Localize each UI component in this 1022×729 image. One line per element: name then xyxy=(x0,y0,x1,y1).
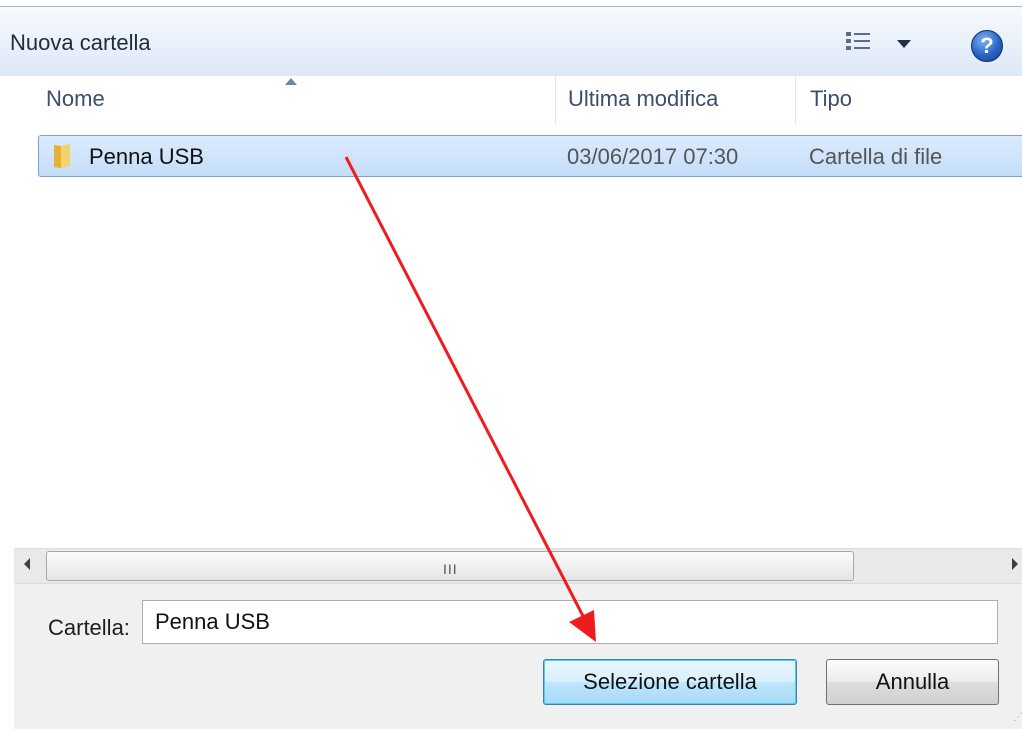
column-divider[interactable] xyxy=(555,76,556,124)
column-header-modified[interactable]: Ultima modifica xyxy=(568,86,718,112)
resize-grip-icon[interactable]: ⋰ xyxy=(1013,712,1022,723)
column-header-name[interactable]: Nome xyxy=(46,86,105,112)
folder-icon xyxy=(54,144,70,168)
item-name: Penna USB xyxy=(89,144,204,169)
scroll-right-arrow-icon[interactable] xyxy=(1012,558,1018,570)
new-folder-button[interactable]: Nuova cartella xyxy=(10,30,151,56)
view-dropdown-arrow-icon[interactable] xyxy=(897,40,911,48)
column-header-bar: Nome Ultima modifica Tipo xyxy=(0,76,1022,124)
scroll-left-arrow-icon[interactable] xyxy=(24,558,30,570)
item-type: Cartella di file xyxy=(809,144,943,169)
toolbar: Nuova cartella ? xyxy=(0,6,1022,78)
column-divider[interactable] xyxy=(795,76,796,124)
scrollbar-grip: III xyxy=(443,561,458,577)
item-modified-date: 03/06/2017 07:30 xyxy=(567,144,739,169)
column-header-type[interactable]: Tipo xyxy=(810,86,852,112)
folder-name-input[interactable] xyxy=(142,600,998,644)
scrollbar-thumb[interactable]: III xyxy=(46,551,854,581)
list-item-selected[interactable]: Penna USB 03/06/2017 07:30 Cartella di f… xyxy=(38,135,1022,177)
horizontal-scrollbar[interactable]: III xyxy=(14,548,1022,584)
help-icon[interactable]: ? xyxy=(971,30,1003,62)
sort-ascending-icon xyxy=(285,78,297,85)
folder-field-label: Cartella: xyxy=(48,615,130,640)
cancel-button[interactable]: Annulla xyxy=(826,659,999,705)
select-folder-button[interactable]: Selezione cartella xyxy=(543,659,797,705)
view-options-icon[interactable] xyxy=(844,30,874,54)
